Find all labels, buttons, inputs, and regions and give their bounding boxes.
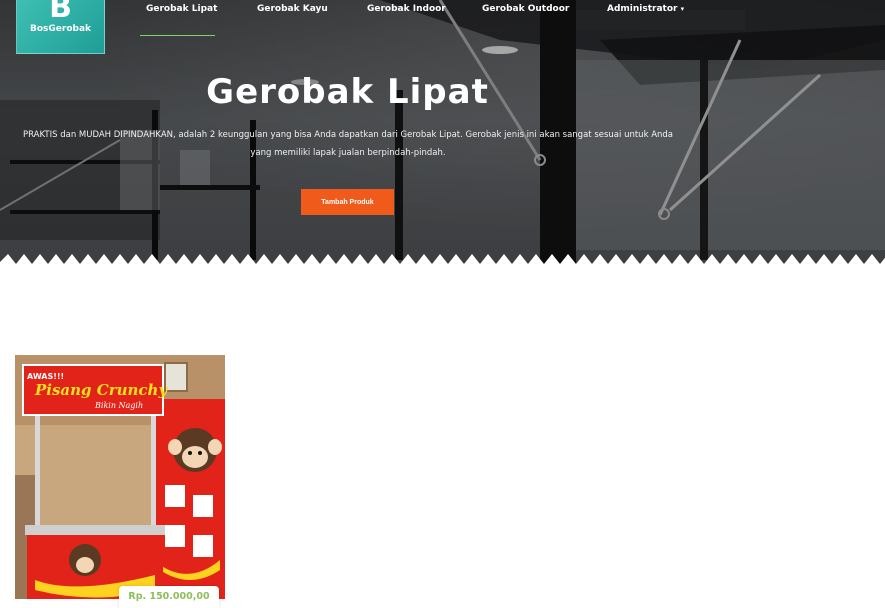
chevron-down-icon: ▾ <box>680 5 685 13</box>
product-image[interactable]: AWAS!!! Pisang Crunchy Bikin Nagih <box>15 355 225 599</box>
hero-description-line-1: PRAKTIS dan MUDAH DIPINDAHKAN, adalah 2 … <box>23 130 673 140</box>
nav-active-underline <box>140 35 215 36</box>
logo-text: BosGerobak <box>29 24 91 34</box>
product-card[interactable]: AWAS!!! Pisang Crunchy Bikin Nagih <box>15 355 225 599</box>
nav-item-administrator-label: Administrator <box>607 4 678 14</box>
add-product-button[interactable]: Tambah Produk <box>301 189 394 215</box>
hero-description-line-2: yang memiliki lapak jualan berpindah-pin… <box>250 148 446 158</box>
product-sign-line-3: Bikin Nagih <box>94 401 143 410</box>
site-logo[interactable]: B BosGerobak <box>16 0 105 54</box>
product-sign-line-1: AWAS!!! <box>27 372 64 381</box>
hero-description: PRAKTIS dan MUDAH DIPINDAHKAN, adalah 2 … <box>18 126 678 162</box>
nav-item-administrator[interactable]: Administrator ▾ <box>607 4 684 14</box>
product-sign-line-2: Pisang Crunchy <box>34 381 168 399</box>
logo-letter: B <box>49 0 72 25</box>
nav-item-gerobak-outdoor[interactable]: Gerobak Outdoor <box>482 4 569 14</box>
nav-item-gerobak-indoor[interactable]: Gerobak Indoor <box>367 4 446 14</box>
page-title: Gerobak Lipat <box>206 72 489 112</box>
nav-item-gerobak-kayu[interactable]: Gerobak Kayu <box>257 4 328 14</box>
nav-item-gerobak-lipat[interactable]: Gerobak Lipat <box>146 4 217 14</box>
product-price: Rp. 150.000,00 <box>119 586 219 608</box>
hero-zigzag-divider <box>0 254 885 268</box>
